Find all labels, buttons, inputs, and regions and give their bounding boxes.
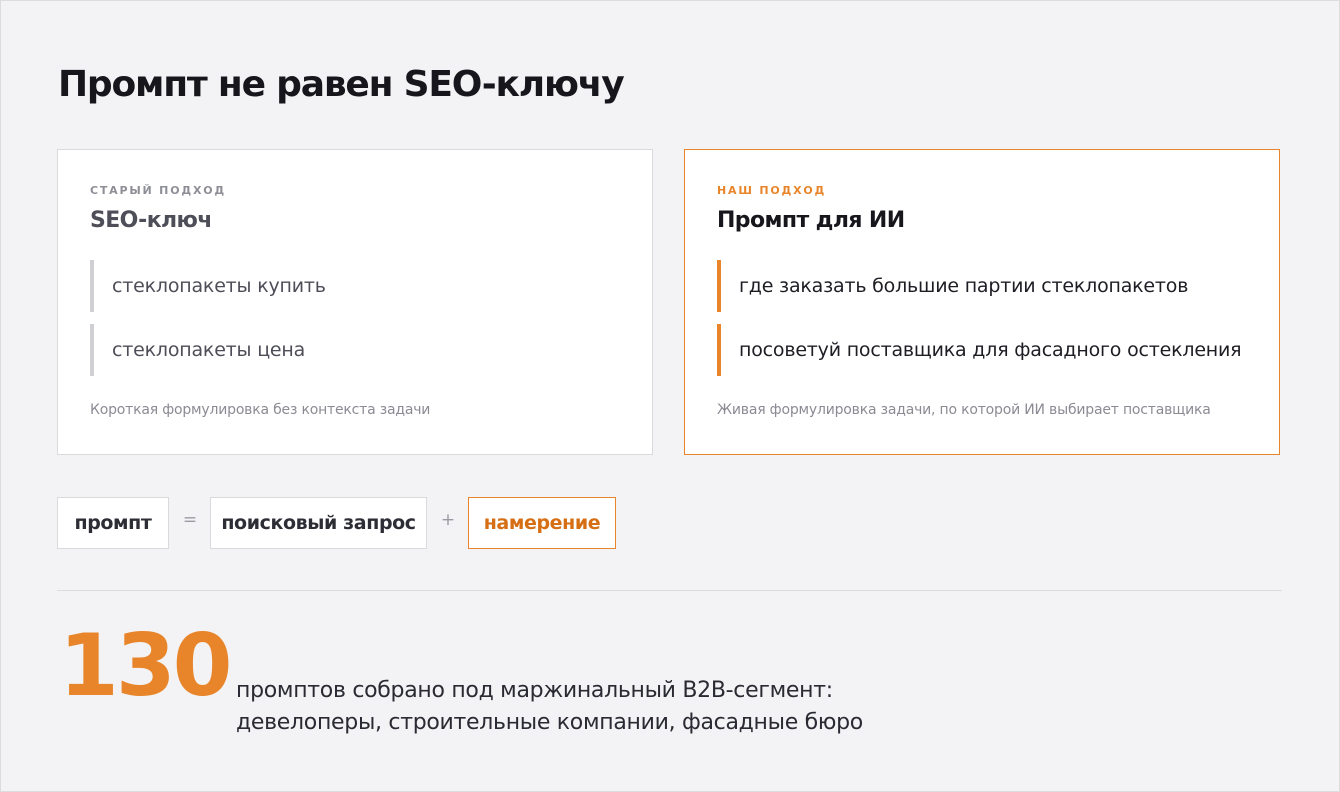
old-approach-card: СТАРЫЙ ПОДХОД SEO-ключ стеклопакеты купи… [57, 149, 653, 455]
old-example-quote: стеклопакеты цена [90, 324, 305, 376]
formula-term-search-query: поисковый запрос [210, 497, 427, 549]
new-approach-card: НАШ ПОДХОД Промпт для ИИ где заказать бо… [684, 149, 1280, 455]
formula-plus-sign: + [440, 510, 456, 530]
formula-equals-sign: = [182, 510, 198, 530]
stat-description-line: промптов собрано под маржинальный B2B-се… [236, 678, 833, 703]
new-approach-title: Промпт для ИИ [717, 208, 905, 233]
new-approach-kicker: НАШ ПОДХОД [717, 184, 827, 197]
old-approach-note: Короткая формулировка без контекста зада… [90, 402, 431, 418]
old-approach-kicker: СТАРЫЙ ПОДХОД [90, 184, 226, 197]
new-example-quote: посоветуй поставщика для фасадного остек… [717, 324, 1242, 376]
section-divider [57, 590, 1282, 591]
old-approach-title: SEO-ключ [90, 208, 212, 233]
old-example-quote: стеклопакеты купить [90, 260, 326, 312]
formula-term-prompt: промпт [57, 497, 169, 549]
page-title: Промпт не равен SEO-ключу [58, 64, 625, 105]
new-approach-note: Живая формулировка задачи, по которой ИИ… [717, 402, 1211, 418]
stat-description-line: девелоперы, строительные компании, фасад… [236, 710, 863, 735]
stat-number: 130 [59, 616, 233, 716]
formula-term-intent: намерение [468, 497, 616, 549]
new-example-quote: где заказать большие партии стеклопакето… [717, 260, 1188, 312]
